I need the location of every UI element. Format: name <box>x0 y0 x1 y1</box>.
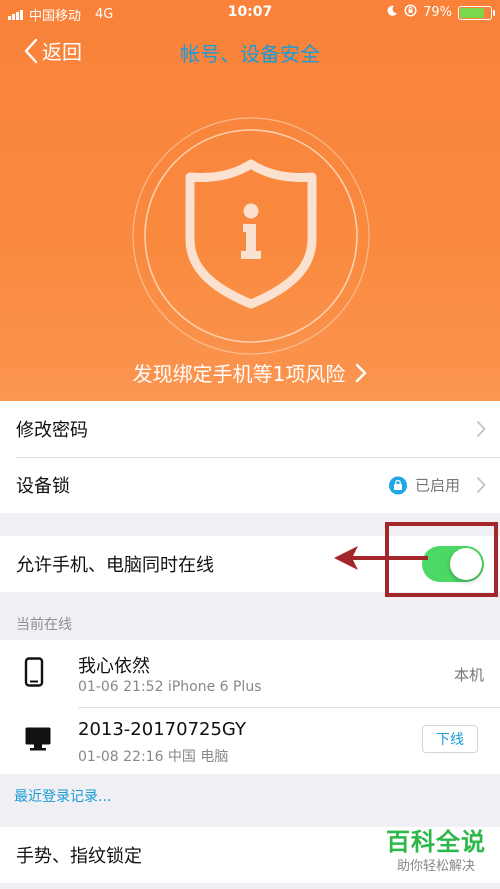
risk-alert[interactable]: 发现绑定手机等1项风险 <box>0 358 500 387</box>
battery-percent: 79% <box>423 5 452 20</box>
device-name: 我心依然 <box>78 656 150 677</box>
device-row: 我心依然 01-06 21:52 iPhone 6 Plus 本机 <box>0 640 500 707</box>
device-meta: 01-08 22:16 中国 电脑 <box>78 749 229 765</box>
risk-text: 发现绑定手机等1项风险 <box>132 362 346 386</box>
annotation-arrow-icon <box>334 546 428 570</box>
device-lock-status: 已启用 <box>414 476 460 495</box>
account-settings-group: 修改密码 设备锁 已启用 <box>0 401 500 513</box>
allow-online-label: 允许手机、电脑同时在线 <box>16 555 214 576</box>
offline-button[interactable]: 下线 <box>422 725 478 753</box>
device-name: 2013-20170725GY <box>78 719 246 740</box>
change-password-row[interactable]: 修改密码 <box>0 401 500 457</box>
device-row: 2013-20170725GY 01-08 22:16 中国 电脑 下线 <box>0 707 500 774</box>
this-device-tag: 本机 <box>453 666 484 684</box>
nav-bar: 返回 帐号、设备安全 <box>0 30 500 74</box>
device-meta: 01-06 21:52 iPhone 6 Plus <box>78 679 262 695</box>
desktop-icon <box>24 726 52 756</box>
change-password-label: 修改密码 <box>16 420 88 441</box>
gesture-lock-label: 手势、指纹锁定 <box>16 846 142 867</box>
chevron-right-icon <box>476 420 486 438</box>
battery-icon <box>458 5 495 20</box>
moon-icon <box>386 5 398 21</box>
watermark-logo: 百科全说 助你轻松解决 <box>380 827 492 877</box>
chevron-right-icon <box>476 476 486 494</box>
lock-icon <box>388 476 407 494</box>
page-title: 帐号、设备安全 <box>180 42 320 66</box>
status-bar: 中国移动 4G 10:07 79% <box>0 0 500 26</box>
device-lock-label: 设备锁 <box>16 476 70 497</box>
online-devices-list: 我心依然 01-06 21:52 iPhone 6 Plus 本机 2013-2… <box>0 640 500 774</box>
security-header: 中国移动 4G 10:07 79% 返回 帐号、设备安全 发现绑定手机等1项风险 <box>0 0 500 401</box>
device-lock-row[interactable]: 设备锁 已启用 <box>0 457 500 513</box>
shield-icon[interactable] <box>132 117 370 355</box>
section-label-online: 当前在线 <box>16 617 72 633</box>
rotation-lock-icon <box>404 4 417 21</box>
watermark-title: 百科全说 <box>386 828 486 856</box>
phone-icon <box>24 656 44 691</box>
watermark-subtitle: 助你轻松解决 <box>396 859 475 874</box>
chevron-right-icon <box>356 363 367 382</box>
recent-login-link[interactable]: 最近登录记录... <box>14 786 111 806</box>
